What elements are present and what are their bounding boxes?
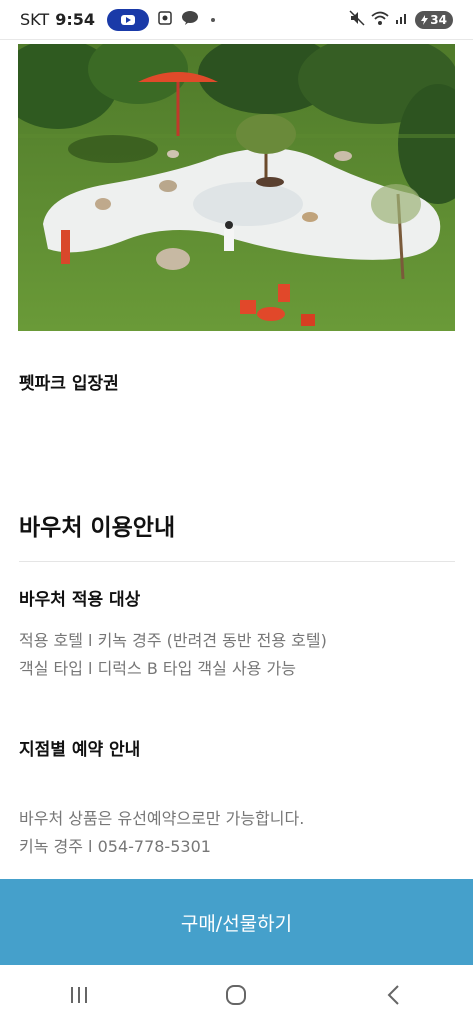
wifi-icon (371, 10, 389, 30)
voucher-target-room: 객실 타입 l 디럭스 B 타입 객실 사용 가능 (19, 659, 296, 678)
reservation-method: 바우처 상품은 유선예약으로만 가능합니다. (19, 809, 305, 828)
park-photo (18, 44, 455, 331)
signal-icon (395, 10, 409, 29)
talk-icon (181, 10, 199, 30)
reservation-title: 지점별 예약 안내 (19, 740, 141, 760)
mute-icon (349, 9, 365, 30)
battery-level: 34 (430, 12, 447, 27)
status-bar: SKT 9:54 34 (0, 0, 473, 40)
purchase-gift-button[interactable]: 구매/선물하기 (0, 879, 473, 965)
voucher-target-title: 바우처 적용 대상 (19, 590, 141, 610)
clock: 9:54 (55, 10, 95, 29)
home-icon[interactable] (206, 975, 266, 1015)
screenshot-icon (157, 10, 173, 30)
recent-apps-icon[interactable] (49, 975, 109, 1015)
navigation-bar (0, 965, 473, 1024)
voucher-guide-title: 바우처 이용안내 (19, 515, 176, 541)
back-icon[interactable] (364, 975, 424, 1015)
section-divider (19, 561, 455, 562)
battery-icon: 34 (415, 10, 453, 29)
notification-dot (210, 17, 215, 22)
reservation-phone[interactable]: 키녹 경주 l 054-778-5301 (19, 833, 211, 857)
product-title: 펫파크 입장권 (19, 374, 119, 394)
youtube-icon (106, 8, 149, 31)
voucher-target-hotel: 적용 호텔 l 키녹 경주 (반려견 동반 전용 호텔) (19, 631, 327, 650)
carrier-label: SKT (20, 10, 50, 29)
